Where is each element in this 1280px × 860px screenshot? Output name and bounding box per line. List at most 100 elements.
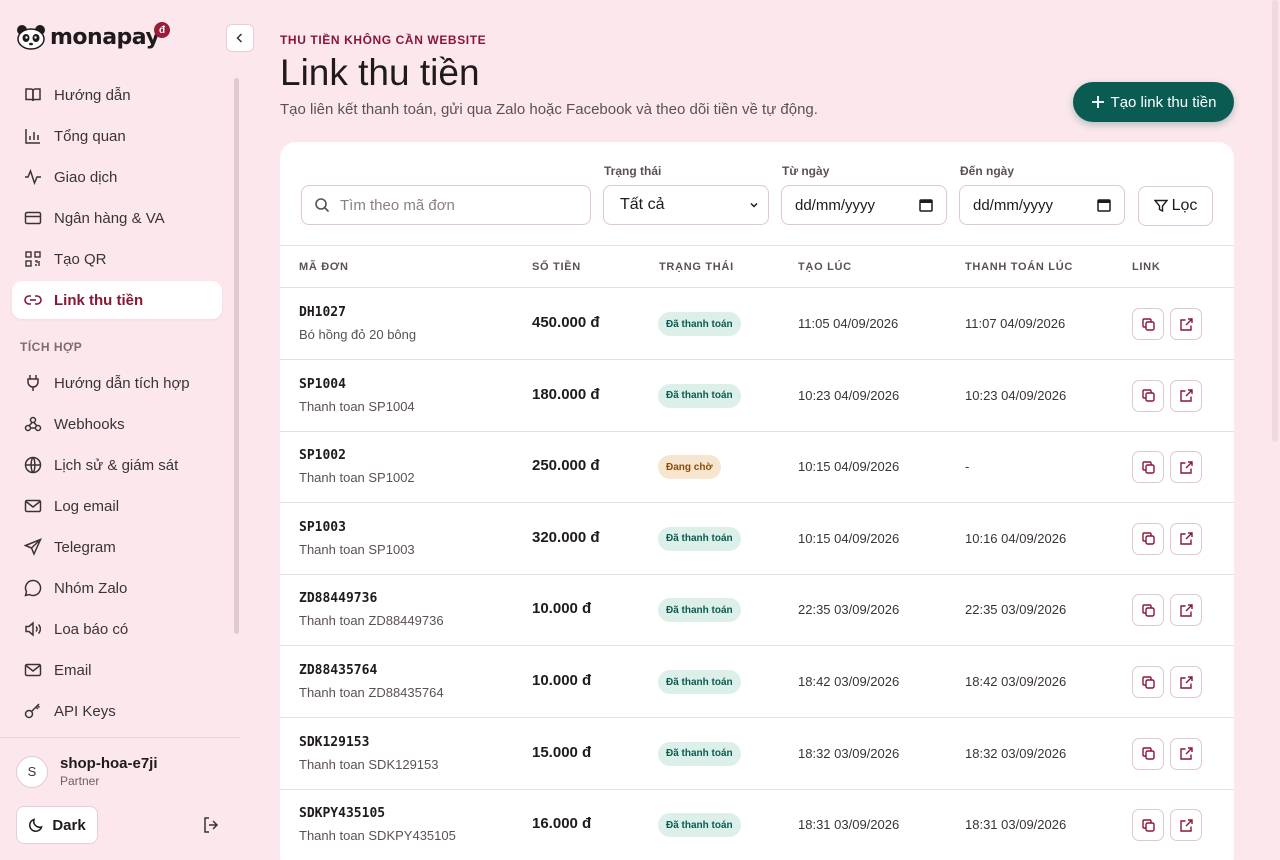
external-link-icon [1179,603,1194,618]
external-link-icon [1179,746,1194,761]
copy-icon [1141,746,1156,761]
page-scrollbar[interactable] [1272,0,1278,442]
sidebar-item-webhooks[interactable]: Webhooks [12,405,222,443]
sidebar-item-label: Hướng dẫn tích hợp [54,374,190,392]
sidebar-item-huong-dan-tich-hop[interactable]: Hướng dẫn tích hợp [12,364,222,402]
sidebar-item-huong-dan[interactable]: Hướng dẫn [12,76,222,114]
sidebar-item-label: Tổng quan [54,127,126,145]
sidebar-item-giao-dich[interactable]: Giao dịch [12,158,222,196]
activity-icon [24,168,42,186]
sidebar-item-email[interactable]: Email [12,651,222,689]
open-link-button[interactable] [1170,809,1202,842]
copy-link-button[interactable] [1132,666,1164,698]
created-at: 10:15 04/09/2026 [798,459,900,475]
status-badge: Đã thanh toán [658,526,741,551]
sidebar-item-label: Email [54,661,92,679]
sidebar-item-label: Giao dịch [54,168,118,186]
sidebar-item-label: Webhooks [54,415,125,433]
sidebar-item-telegram[interactable]: Telegram [12,528,222,566]
dark-mode-label: Dark [52,816,86,834]
book-icon [24,86,42,104]
order-amount: 16.000 đ [532,815,592,833]
order-code: SP1003 [299,519,346,535]
external-link-icon [1179,460,1194,475]
dark-mode-button[interactable]: Dark [16,806,98,844]
brand-logo[interactable]: monapay đ [16,22,170,50]
sidebar-item-tao-qr[interactable]: Tạo QR [12,240,222,278]
external-link-icon [1179,531,1194,546]
filter-button[interactable]: Lọc [1138,186,1213,226]
mail-icon [24,661,42,679]
external-link-icon [1179,675,1194,690]
order-amount: 250.000 đ [532,457,600,475]
sidebar-item-link-thu-tien[interactable]: Link thu tiền [12,281,222,319]
create-payment-link-button[interactable]: Tạo link thu tiền [1073,82,1234,122]
sidebar-item-lich-su[interactable]: Lịch sử & giám sát [12,446,222,484]
sidebar-item-label: Nhóm Zalo [54,579,128,597]
copy-link-button[interactable] [1132,594,1164,627]
sidebar-item-log-email[interactable]: Log email [12,487,222,525]
open-link-button[interactable] [1170,379,1202,412]
paid-at: 22:35 03/09/2026 [965,602,1067,618]
collapse-sidebar-button[interactable] [226,24,254,52]
table-row: ZD88449736 Thanh toan ZD88449736 10.000 đ Đ… [280,574,1234,647]
search-input[interactable]: Tìm theo mã đơn [301,185,591,225]
sidebar-item-label: Tạo QR [54,250,107,268]
sidebar-item-label: Log email [54,497,120,515]
copy-link-button[interactable] [1132,737,1164,770]
status-select-value: Tất cả [620,196,665,213]
chevron-down-icon [750,202,758,208]
paid-at: - [965,459,970,475]
avatar: S [16,755,48,788]
copy-link-button[interactable] [1132,379,1164,412]
copy-icon [1141,675,1156,690]
open-link-button[interactable] [1170,666,1202,698]
key-icon [24,702,42,720]
status-filter-label: Trạng thái [604,164,662,178]
open-link-button[interactable] [1170,451,1202,484]
from-date-input[interactable]: dd/mm/yyyy [781,185,947,225]
open-link-button[interactable] [1170,522,1202,555]
order-code: SDKPY435105 [299,806,386,822]
chat-icon [24,579,42,597]
globe-icon [24,456,42,474]
copy-icon [1141,603,1156,618]
copy-link-button[interactable] [1132,809,1164,842]
copy-icon [1141,460,1156,475]
order-description: Thanh toan SDKPY435105 [299,828,456,844]
created-at: 18:42 03/09/2026 [798,674,900,689]
table-row: SP1002 Thanh toan SP1002 250.000 đ Đang chờ… [280,431,1234,504]
sidebar-scrollbar[interactable] [234,78,239,634]
paid-at: 18:32 03/09/2026 [965,745,1067,761]
table-row: ZD88435764 Thanh toan ZD88435764 10.000 đ Đ… [280,646,1234,718]
open-link-button[interactable] [1170,594,1202,627]
to-date-input[interactable]: dd/mm/yyyy [959,185,1125,225]
external-link-icon [1179,818,1194,833]
copy-link-button[interactable] [1132,522,1164,555]
sidebar-item-nhom-zalo[interactable]: Nhóm Zalo [12,569,222,607]
bar-chart-icon [24,127,42,145]
open-link-button[interactable] [1170,737,1202,770]
status-badge: Đang chờ [658,455,721,480]
copy-link-button[interactable] [1132,308,1164,340]
table-row: SP1004 Thanh toan SP1004 180.000 đ Đã thanh… [280,360,1234,432]
order-amount: 180.000 đ [532,385,600,403]
open-link-button[interactable] [1170,308,1202,340]
sidebar-item-ngan-hang[interactable]: Ngân hàng & VA [12,199,222,237]
sidebar-item-label: Hướng dẫn [54,86,131,104]
sidebar-item-label: Loa báo có [54,620,129,638]
create-button-label: Tạo link thu tiền [1110,93,1217,111]
logout-button[interactable] [200,814,222,836]
sidebar-item-api-keys[interactable]: API Keys [12,692,222,730]
sidebar-item-loa-bao-co[interactable]: Loa báo có [12,610,222,648]
copy-link-button[interactable] [1132,451,1164,484]
order-amount: 10.000 đ [532,672,592,689]
sidebar-item-tong-quan[interactable]: Tổng quan [12,117,222,155]
status-select[interactable]: Tất cả [603,185,769,225]
page-subtitle: Tạo liên kết thanh toán, gửi qua Zalo ho… [280,101,818,118]
status-badge: Đã thanh toán [658,598,741,623]
order-description: Bó hồng đỏ 20 bông [299,327,417,342]
user-profile[interactable]: S shop-hoa-e7ji Partner [16,755,158,788]
order-code: SP1002 [299,448,346,464]
order-amount: 320.000 đ [532,528,600,546]
